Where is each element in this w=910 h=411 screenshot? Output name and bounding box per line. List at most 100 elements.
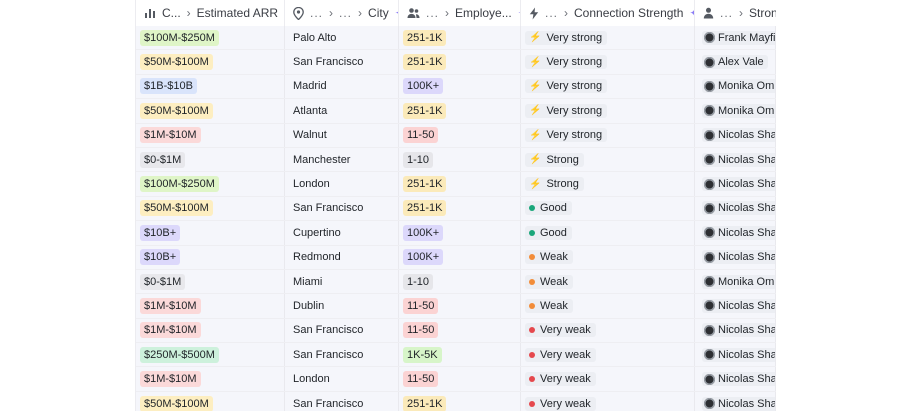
column-header-employees[interactable]: ... › Employe... ✦ (399, 0, 521, 26)
cell-employees[interactable]: 1-10 (399, 269, 521, 294)
table-row[interactable]: $1M-$10M San Francisco 11-50 Very weak Nicol… (136, 318, 776, 344)
cell-estimated-arr[interactable]: $10B+ (136, 221, 285, 245)
cell-estimated-arr[interactable]: $50M-$100M (136, 196, 285, 221)
cell-strongest-connection[interactable]: Monika Omrcen (695, 74, 776, 99)
column-header-estimated-arr[interactable]: C... › Estimated ARR ✦ (136, 0, 285, 26)
cell-employees[interactable]: 11-50 (399, 294, 521, 318)
cell-connection-strength[interactable]: Good (521, 221, 695, 245)
cell-strongest-connection[interactable]: Nicolas Sharp (695, 221, 776, 245)
cell-strongest-connection[interactable]: Nicolas Sharp (695, 172, 776, 196)
cell-strongest-connection[interactable]: Monika Omrcen (695, 99, 776, 123)
cell-connection-strength[interactable]: Weak (521, 294, 695, 318)
cell-strongest-connection[interactable]: Nicolas Sharp (695, 367, 776, 391)
cell-employees[interactable]: 11-50 (399, 367, 521, 391)
cell-connection-strength[interactable]: ⚡ Very strong (521, 50, 695, 74)
cell-city[interactable]: Palo Alto (285, 26, 399, 50)
cell-employees[interactable]: 251-1K (399, 26, 521, 50)
table-row[interactable]: $50M-$100M San Francisco 251-1K ⚡ Very stron… (136, 50, 776, 75)
cell-estimated-arr[interactable]: $1M-$10M (136, 367, 285, 391)
cell-strongest-connection[interactable]: Nicolas Sharp (695, 391, 776, 411)
cell-connection-strength[interactable]: ⚡ Very strong (521, 123, 695, 147)
cell-employees[interactable]: 11-50 (399, 318, 521, 343)
table-row[interactable]: $1B-$10B Madrid 100K+ ⚡ Very strong Monika Om… (136, 74, 776, 100)
table-row[interactable]: $50M-$100M San Francisco 251-1K Very weak Ni… (136, 391, 776, 411)
cell-estimated-arr[interactable]: $1M-$10M (136, 294, 285, 318)
cell-city[interactable]: London (285, 367, 399, 391)
cell-connection-strength[interactable]: Good (521, 196, 695, 221)
cell-city[interactable]: San Francisco (285, 50, 399, 74)
table-row[interactable]: $1M-$10M Walnut 11-50 ⚡ Very strong Nicolas S… (136, 123, 776, 148)
cell-connection-strength[interactable]: Weak (521, 245, 695, 269)
cell-city[interactable]: Manchester (285, 147, 399, 172)
cell-employees[interactable]: 251-1K (399, 391, 521, 411)
table-row[interactable]: $10B+ Cupertino 100K+ Good Nicolas Sharp (136, 221, 776, 246)
cell-city[interactable]: San Francisco (285, 391, 399, 411)
cell-city[interactable]: San Francisco (285, 318, 399, 343)
cell-strongest-connection[interactable]: Nicolas Sharp (695, 294, 776, 318)
cell-connection-strength[interactable]: ⚡ Very strong (521, 74, 695, 99)
table-row[interactable]: $1M-$10M Dublin 11-50 Weak Nicolas Sharp (136, 294, 776, 319)
cell-strongest-connection[interactable]: Monika Omrcen (695, 269, 776, 294)
cell-strongest-connection[interactable]: Nicolas Sharp (695, 318, 776, 343)
table-row[interactable]: $50M-$100M San Francisco 251-1K Good Nicolas… (136, 196, 776, 222)
cell-estimated-arr[interactable]: $1M-$10M (136, 123, 285, 147)
cell-employees[interactable]: 1K-5K (399, 343, 521, 367)
table-row[interactable]: $250M-$500M San Francisco 1K-5K Very weak Ni… (136, 343, 776, 368)
cell-strongest-connection[interactable]: Alex Vale (695, 50, 776, 74)
cell-city[interactable]: San Francisco (285, 343, 399, 367)
column-header-city[interactable]: ... › ... › City ✦ (285, 0, 399, 26)
cell-employees[interactable]: 11-50 (399, 123, 521, 147)
cell-employees[interactable]: 251-1K (399, 99, 521, 123)
cell-strongest-connection[interactable]: Frank Mayfield (695, 26, 776, 50)
table-row[interactable]: $0-$1M Miami 1-10 Weak Monika Omrcen (136, 269, 776, 295)
table-row[interactable]: $100M-$250M Palo Alto 251-1K ⚡ Very strong Fr… (136, 26, 776, 51)
cell-connection-strength[interactable]: Very weak (521, 391, 695, 411)
table-row[interactable]: $100M-$250M London 251-1K ⚡ Strong Nicolas Sh… (136, 172, 776, 197)
cell-estimated-arr[interactable]: $10B+ (136, 245, 285, 269)
cell-estimated-arr[interactable]: $100M-$250M (136, 26, 285, 50)
cell-strongest-connection[interactable]: Nicolas Sharp (695, 123, 776, 147)
cell-estimated-arr[interactable]: $50M-$100M (136, 99, 285, 123)
cell-city[interactable]: London (285, 172, 399, 196)
cell-strongest-connection[interactable]: Nicolas Sharp (695, 343, 776, 367)
cell-estimated-arr[interactable]: $0-$1M (136, 147, 285, 172)
column-header-connection-strength[interactable]: ... › Connection Strength ✦ (521, 0, 695, 26)
table-row[interactable]: $10B+ Redmond 100K+ Weak Nicolas Sharp (136, 245, 776, 270)
cell-connection-strength[interactable]: Very weak (521, 367, 695, 391)
table-row[interactable]: $1M-$10M London 11-50 Very weak Nicolas Shar… (136, 367, 776, 392)
cell-strongest-connection[interactable]: Nicolas Sharp (695, 196, 776, 221)
cell-estimated-arr[interactable]: $50M-$100M (136, 50, 285, 74)
cell-city[interactable]: Redmond (285, 245, 399, 269)
cell-connection-strength[interactable]: ⚡ Strong (521, 147, 695, 172)
cell-connection-strength[interactable]: Weak (521, 269, 695, 294)
cell-employees[interactable]: 251-1K (399, 50, 521, 74)
cell-employees[interactable]: 100K+ (399, 74, 521, 99)
cell-city[interactable]: Madrid (285, 74, 399, 99)
cell-connection-strength[interactable]: ⚡ Strong (521, 172, 695, 196)
cell-employees[interactable]: 100K+ (399, 245, 521, 269)
cell-city[interactable]: San Francisco (285, 196, 399, 221)
column-header-strongest-connection[interactable]: ... › Stronge (695, 0, 776, 26)
cell-city[interactable]: Walnut (285, 123, 399, 147)
table-row[interactable]: $50M-$100M Atlanta 251-1K ⚡ Very strong Monik… (136, 99, 776, 124)
cell-employees[interactable]: 251-1K (399, 196, 521, 221)
cell-strongest-connection[interactable]: Nicolas Sharp (695, 245, 776, 269)
cell-estimated-arr[interactable]: $100M-$250M (136, 172, 285, 196)
cell-connection-strength[interactable]: ⚡ Very strong (521, 99, 695, 123)
cell-estimated-arr[interactable]: $50M-$100M (136, 391, 285, 411)
cell-city[interactable]: Dublin (285, 294, 399, 318)
cell-estimated-arr[interactable]: $1M-$10M (136, 318, 285, 343)
cell-city[interactable]: Atlanta (285, 99, 399, 123)
cell-city[interactable]: Miami (285, 269, 399, 294)
cell-connection-strength[interactable]: Very weak (521, 318, 695, 343)
cell-city[interactable]: Cupertino (285, 221, 399, 245)
cell-estimated-arr[interactable]: $250M-$500M (136, 343, 285, 367)
cell-employees[interactable]: 251-1K (399, 172, 521, 196)
cell-employees[interactable]: 100K+ (399, 221, 521, 245)
cell-estimated-arr[interactable]: $0-$1M (136, 269, 285, 294)
cell-employees[interactable]: 1-10 (399, 147, 521, 172)
cell-strongest-connection[interactable]: Nicolas Sharp (695, 147, 776, 172)
cell-connection-strength[interactable]: ⚡ Very strong (521, 26, 695, 50)
cell-connection-strength[interactable]: Very weak (521, 343, 695, 367)
cell-estimated-arr[interactable]: $1B-$10B (136, 74, 285, 99)
